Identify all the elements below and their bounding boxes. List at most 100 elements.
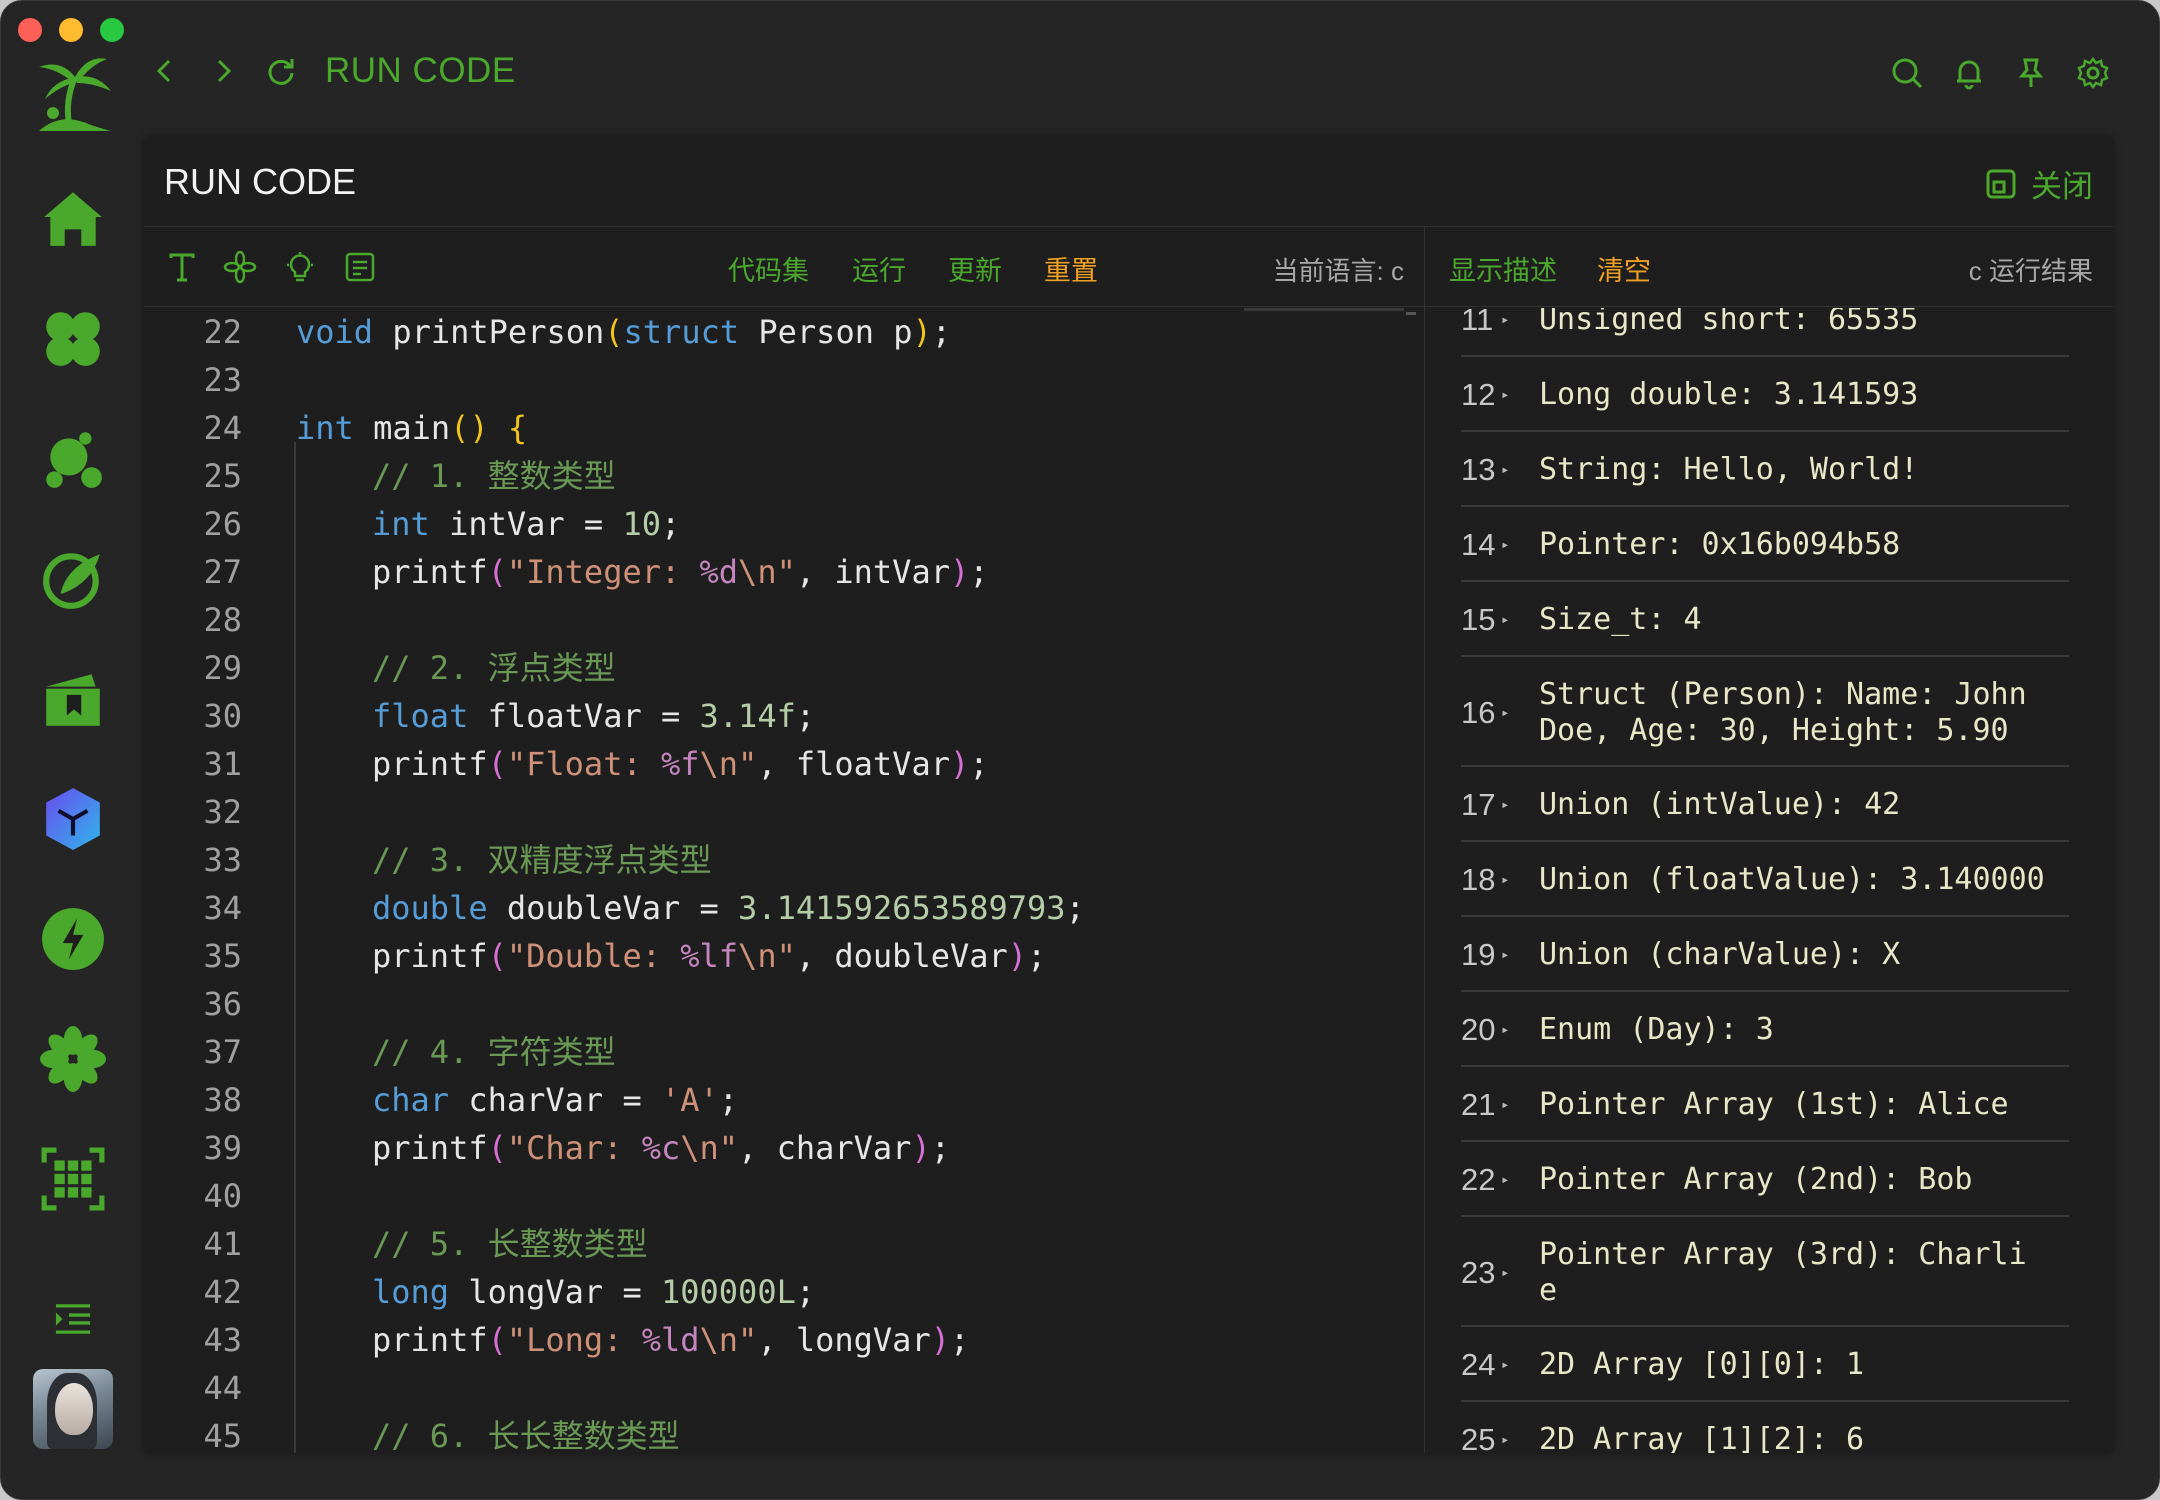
code-editor[interactable]: 22 void printPerson(struct Person p); 23 24… <box>144 308 1424 1453</box>
zoom-window-button[interactable] <box>100 18 124 42</box>
output-row[interactable]: 24 ▸ 2D Array [0][0]: 1 <box>1461 1327 2069 1402</box>
code-line[interactable]: 31 printf("Float: %f\n", floatVar); <box>144 740 1424 788</box>
lightning-icon[interactable] <box>39 905 107 973</box>
code-token: ( <box>487 1321 507 1359</box>
code-set-button[interactable]: 代码集 <box>728 249 809 288</box>
output-row[interactable]: 12 ▸ Long double: 3.141593 <box>1461 357 2069 432</box>
bubbles-icon[interactable] <box>39 425 107 493</box>
snippet-button[interactable] <box>340 247 380 287</box>
code-token: "Char: <box>506 1129 642 1167</box>
update-button[interactable]: 更新 <box>948 249 1002 288</box>
close-window-button[interactable] <box>18 18 42 42</box>
caret-right-icon[interactable]: ▸ <box>1501 797 1509 813</box>
caret-right-icon[interactable]: ▸ <box>1501 1357 1509 1373</box>
caret-right-icon[interactable]: ▸ <box>1501 1265 1509 1281</box>
clover-icon[interactable] <box>39 305 107 373</box>
format-text-button[interactable] <box>162 247 202 287</box>
code-token: main <box>353 409 451 447</box>
caret-right-icon[interactable]: ▸ <box>1501 1172 1509 1188</box>
reset-button[interactable]: 重置 <box>1044 249 1098 288</box>
caret-right-icon[interactable]: ▸ <box>1501 312 1509 328</box>
caret-right-icon[interactable]: ▸ <box>1501 872 1509 888</box>
output-row[interactable]: 19 ▸ Union (charValue): X <box>1461 917 2069 992</box>
caret-right-icon[interactable]: ▸ <box>1501 705 1509 721</box>
output-row[interactable]: 23 ▸ Pointer Array (3rd): Charli e <box>1461 1217 2069 1327</box>
code-line[interactable]: 41 // 5. 长整数类型 <box>144 1220 1424 1268</box>
avatar[interactable] <box>33 1369 113 1449</box>
code-token: "Long: <box>506 1321 642 1359</box>
code-line[interactable]: 24 int main() { <box>144 404 1424 452</box>
code-line[interactable]: 30 float floatVar = 3.14f; <box>144 692 1424 740</box>
caret-right-icon[interactable]: ▸ <box>1501 612 1509 628</box>
code-line[interactable]: 35 printf("Double: %lf\n", doubleVar); <box>144 932 1424 980</box>
code-line[interactable]: 34 double doubleVar = 3.141592653589793; <box>144 884 1424 932</box>
refresh-button[interactable] <box>261 51 301 91</box>
output-panel[interactable]: 11 ▸ Unsigned short: 65535 12 ▸ Long double: … <box>1425 308 2113 1453</box>
code-line[interactable]: 28 <box>144 596 1424 644</box>
cube-icon[interactable] <box>39 785 107 853</box>
theme-button[interactable] <box>220 247 260 287</box>
code-line[interactable]: 25 // 1. 整数类型 <box>144 452 1424 500</box>
output-row[interactable]: 14 ▸ Pointer: 0x16b094b58 <box>1461 507 2069 582</box>
show-description-button[interactable]: 显示描述 <box>1449 249 1557 288</box>
compass-leaf-icon[interactable] <box>39 545 107 613</box>
code-line[interactable]: 23 <box>144 356 1424 404</box>
caret-right-icon[interactable]: ▸ <box>1501 537 1509 553</box>
output-row-number: 20 <box>1461 1012 1496 1047</box>
output-row[interactable]: 22 ▸ Pointer Array (2nd): Bob <box>1461 1142 2069 1217</box>
home-icon[interactable] <box>39 185 107 253</box>
code-line[interactable]: 36 <box>144 980 1424 1028</box>
code-token: Person p <box>739 313 913 351</box>
run-button[interactable]: 运行 <box>852 249 906 288</box>
code-line[interactable]: 40 <box>144 1172 1424 1220</box>
settings-button[interactable] <box>2071 51 2115 95</box>
caret-right-icon[interactable]: ▸ <box>1501 947 1509 963</box>
code-line[interactable]: 45 // 6. 长长整数类型 <box>144 1412 1424 1453</box>
code-line[interactable]: 29 // 2. 浮点类型 <box>144 644 1424 692</box>
search-button[interactable] <box>1885 51 1929 95</box>
flower-icon[interactable] <box>39 1025 107 1093</box>
bookmark-box-icon[interactable] <box>39 665 107 733</box>
minimize-window-button[interactable] <box>59 18 83 42</box>
code-token: longVar = <box>449 1273 661 1311</box>
pin-button[interactable] <box>2009 51 2053 95</box>
caret-right-icon[interactable]: ▸ <box>1501 1097 1509 1113</box>
output-row[interactable]: 21 ▸ Pointer Array (1st): Alice <box>1461 1067 2069 1142</box>
code-line[interactable]: 27 printf("Integer: %d\n", intVar); <box>144 548 1424 596</box>
close-panel-button[interactable]: 关闭 <box>1985 161 2093 206</box>
code-line[interactable]: 26 int intVar = 10; <box>144 500 1424 548</box>
hint-button[interactable] <box>280 247 320 287</box>
output-row[interactable]: 20 ▸ Enum (Day): 3 <box>1461 992 2069 1067</box>
output-row[interactable]: 17 ▸ Union (intValue): 42 <box>1461 767 2069 842</box>
back-button[interactable] <box>145 51 185 91</box>
clear-output-button[interactable]: 清空 <box>1597 249 1651 288</box>
code-token: ( <box>487 937 507 975</box>
output-row[interactable]: 13 ▸ String: Hello, World! <box>1461 432 2069 507</box>
grid-scan-icon[interactable] <box>39 1145 107 1213</box>
caret-right-icon[interactable]: ▸ <box>1501 387 1509 403</box>
code-line[interactable]: 43 printf("Long: %ld\n", longVar); <box>144 1316 1424 1364</box>
code-line[interactable]: 22 void printPerson(struct Person p); <box>144 308 1424 356</box>
code-line[interactable]: 37 // 4. 字符类型 <box>144 1028 1424 1076</box>
output-row[interactable]: 11 ▸ Unsigned short: 65535 <box>1461 308 2069 357</box>
code-line[interactable]: 44 <box>144 1364 1424 1412</box>
code-line[interactable]: 42 long longVar = 100000L; <box>144 1268 1424 1316</box>
bell-icon <box>1957 60 1981 90</box>
output-row[interactable]: 15 ▸ Size_t: 4 <box>1461 582 2069 657</box>
output-row[interactable]: 25 ▸ 2D Array [1][2]: 6 <box>1461 1402 2069 1453</box>
caret-right-icon[interactable]: ▸ <box>1501 462 1509 478</box>
code-line[interactable]: 39 printf("Char: %c\n", charVar); <box>144 1124 1424 1172</box>
code-line[interactable]: 38 char charVar = 'A'; <box>144 1076 1424 1124</box>
output-row[interactable]: 16 ▸ Struct (Person): Name: John Doe, Age:… <box>1461 657 2069 767</box>
forward-button[interactable] <box>203 51 243 91</box>
code-token: , floatVar <box>757 745 950 783</box>
notifications-button[interactable] <box>1947 51 1991 95</box>
indent-list-icon[interactable] <box>39 1285 107 1353</box>
caret-right-icon[interactable]: ▸ <box>1501 1022 1509 1038</box>
code-line[interactable]: 32 <box>144 788 1424 836</box>
output-text: Pointer: 0x16b094b58 <box>1539 527 1901 562</box>
output-row[interactable]: 18 ▸ Union (floatValue): 3.140000 <box>1461 842 2069 917</box>
code-line[interactable]: 33 // 3. 双精度浮点类型 <box>144 836 1424 884</box>
caret-right-icon[interactable]: ▸ <box>1501 1432 1509 1448</box>
code-token: ; <box>795 697 816 735</box>
